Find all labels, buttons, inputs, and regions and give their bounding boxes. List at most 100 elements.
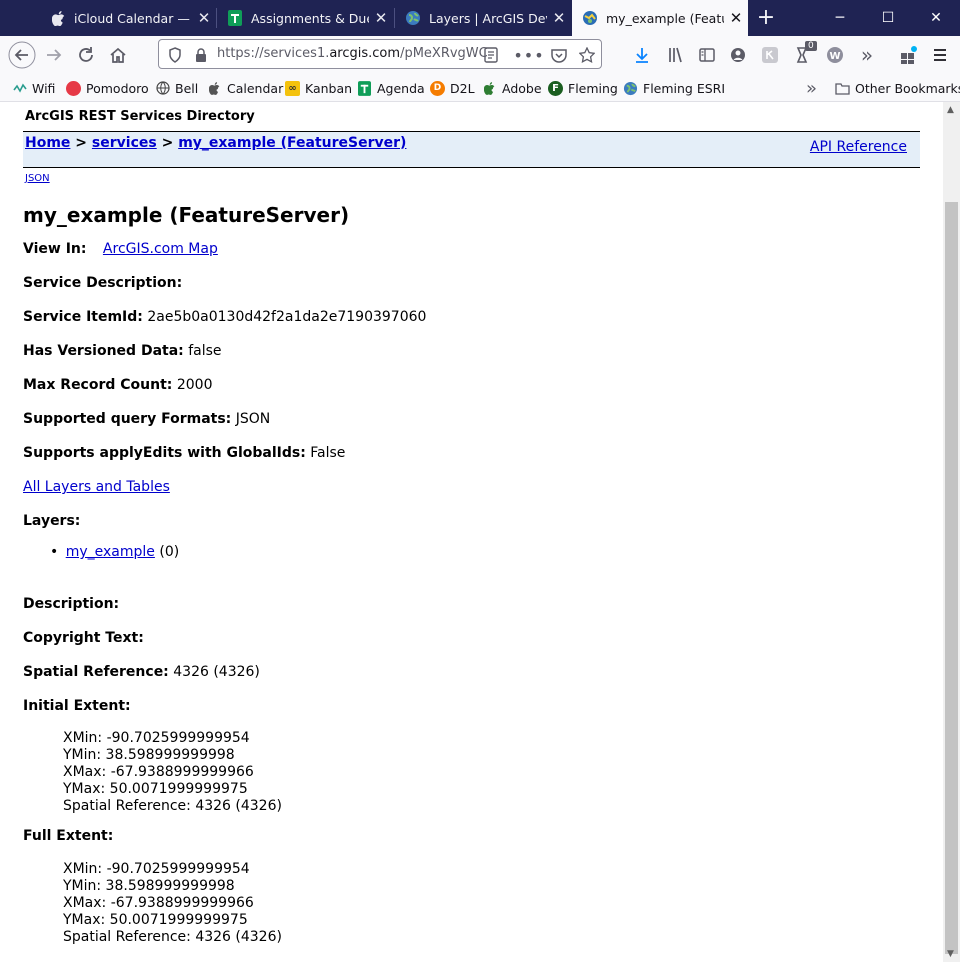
page-title: my_example (FeatureServer) bbox=[23, 203, 350, 227]
addons-button[interactable] bbox=[895, 41, 923, 69]
sidebar-button[interactable] bbox=[693, 41, 721, 69]
apple-icon bbox=[50, 10, 66, 26]
hamburger-icon bbox=[934, 49, 946, 61]
layer-link[interactable]: my_example bbox=[66, 544, 155, 560]
breadcrumb-separator: > bbox=[161, 135, 174, 151]
sheets-icon bbox=[227, 10, 243, 26]
bookmark-fleming[interactable]: F Fleming bbox=[548, 79, 618, 97]
close-tab-icon[interactable]: ✕ bbox=[369, 9, 393, 27]
api-reference-link[interactable]: API Reference bbox=[810, 139, 907, 155]
versioned-data-row: Has Versioned Data: false bbox=[23, 343, 222, 359]
maximize-button[interactable]: ☐ bbox=[864, 0, 912, 36]
tab-title: Layers | ArcGIS Develo bbox=[429, 10, 547, 26]
vertical-scrollbar[interactable]: ▲ ▼ bbox=[943, 102, 960, 962]
description-row: Description: bbox=[23, 596, 120, 612]
library-button[interactable] bbox=[662, 41, 690, 69]
query-formats-row: Supported query Formats: JSON bbox=[23, 411, 271, 427]
bookmark-wifi[interactable]: Wifi bbox=[12, 79, 55, 97]
back-button[interactable] bbox=[8, 41, 36, 69]
overflow-chevron-icon[interactable]: » bbox=[853, 41, 881, 69]
scroll-down-icon[interactable]: ▼ bbox=[947, 949, 954, 959]
page-actions-icon[interactable]: ••• bbox=[513, 45, 543, 65]
bookmark-fleming-esri[interactable]: Fleming ESRI bbox=[623, 79, 725, 97]
pocket-icon[interactable] bbox=[549, 45, 569, 65]
badge-count: 0 bbox=[805, 41, 817, 51]
tab-strip: iCloud Calendar — Ea ✕ Assignments & Due… bbox=[0, 0, 960, 36]
w-extension-button[interactable]: W bbox=[821, 41, 849, 69]
tab-assignments[interactable]: Assignments & Due D ✕ bbox=[217, 0, 393, 36]
globe-icon bbox=[405, 10, 421, 26]
reader-view-icon[interactable] bbox=[481, 45, 501, 65]
bookmark-bell[interactable]: Bell bbox=[155, 79, 198, 97]
w-extension-icon: W bbox=[827, 47, 843, 63]
menu-button[interactable] bbox=[926, 41, 954, 69]
sheets-icon bbox=[357, 80, 372, 96]
service-description-row: Service Description: bbox=[23, 275, 183, 291]
downloads-button[interactable] bbox=[628, 41, 656, 69]
other-bookmarks-folder[interactable]: Other Bookmarks bbox=[835, 79, 960, 97]
breadcrumb-home-link[interactable]: Home bbox=[25, 135, 70, 151]
library-icon bbox=[669, 47, 682, 63]
breadcrumb-header: Home > services > my_example (FeatureSer… bbox=[23, 131, 920, 168]
bookmarks-overflow-chevron-icon[interactable]: » bbox=[806, 78, 817, 99]
lock-icon[interactable] bbox=[191, 45, 211, 65]
minimize-button[interactable]: ─ bbox=[816, 0, 864, 36]
bookmark-kanban[interactable]: ∞ Kanban bbox=[285, 79, 352, 97]
extension-badge-button[interactable]: 0 bbox=[790, 41, 818, 69]
tab-my-example[interactable]: my_example (FeatureS ✕ bbox=[572, 0, 748, 36]
spatial-reference-row: Spatial Reference: 4326 (4326) bbox=[23, 664, 260, 680]
account-button[interactable] bbox=[724, 41, 752, 69]
reload-button[interactable] bbox=[72, 41, 100, 69]
home-button[interactable] bbox=[104, 41, 132, 69]
initial-extent-heading: Initial Extent: bbox=[23, 698, 131, 714]
scroll-up-icon[interactable]: ▲ bbox=[947, 105, 954, 115]
layers-heading: Layers: bbox=[23, 513, 81, 529]
full-extent-values: XMin: -90.7025999999954 YMin: 38.5989999… bbox=[63, 861, 282, 945]
close-window-button[interactable]: ✕ bbox=[912, 0, 960, 36]
breadcrumb-current-link[interactable]: my_example (FeatureServer) bbox=[178, 135, 406, 151]
bookmark-adobe[interactable]: Adobe bbox=[482, 79, 542, 97]
new-tab-button[interactable]: + bbox=[752, 4, 780, 32]
bookmark-agenda[interactable]: Agenda bbox=[357, 79, 425, 97]
service-itemid-row: Service ItemId: 2ae5b0a0130d42f2a1da2e71… bbox=[23, 309, 427, 325]
scrollbar-thumb[interactable] bbox=[945, 202, 958, 954]
all-layers-link[interactable]: All Layers and Tables bbox=[23, 479, 170, 495]
back-arrow-icon bbox=[8, 41, 36, 69]
arcgis-map-link[interactable]: ArcGIS.com Map bbox=[103, 241, 218, 257]
forward-arrow-icon bbox=[47, 49, 62, 61]
extension-button[interactable] bbox=[756, 41, 784, 69]
tab-icloud-calendar[interactable]: iCloud Calendar — Ea ✕ bbox=[40, 0, 216, 36]
arcgis-icon bbox=[582, 10, 598, 26]
max-record-row: Max Record Count: 2000 bbox=[23, 377, 213, 393]
bookmark-d2l[interactable]: D D2L bbox=[430, 79, 475, 97]
page-content: ArcGIS REST Services Directory Home > se… bbox=[0, 102, 943, 962]
d2l-icon: D bbox=[430, 80, 445, 96]
view-in-row: View In: ArcGIS.com Map bbox=[23, 241, 218, 257]
sidebar-icon bbox=[699, 48, 715, 62]
wifi-icon bbox=[12, 81, 27, 96]
breadcrumb-services-link[interactable]: services bbox=[92, 135, 157, 151]
close-tab-icon[interactable]: ✕ bbox=[724, 9, 748, 27]
shield-icon[interactable] bbox=[165, 45, 185, 65]
addons-icon bbox=[901, 46, 917, 64]
layer-list-item: • my_example (0) bbox=[50, 544, 180, 560]
forward-button[interactable] bbox=[40, 41, 68, 69]
globe-icon bbox=[623, 81, 638, 96]
close-tab-icon[interactable]: ✕ bbox=[547, 9, 571, 27]
navigation-toolbar: https://services1.arcgis.com/pMeXRvgWC •… bbox=[0, 36, 960, 74]
bookmark-star-icon[interactable] bbox=[577, 45, 597, 65]
close-tab-icon[interactable]: ✕ bbox=[192, 9, 216, 27]
breadcrumb: Home > services > my_example (FeatureSer… bbox=[25, 135, 406, 151]
json-link[interactable]: JSON bbox=[25, 173, 50, 184]
all-layers-row: All Layers and Tables bbox=[23, 479, 170, 495]
breadcrumb-separator: > bbox=[75, 135, 88, 151]
svg-text:W: W bbox=[829, 51, 840, 62]
bookmark-calendar[interactable]: Calendar bbox=[207, 79, 283, 97]
apply-edits-row: Supports applyEdits with GlobalIds: Fals… bbox=[23, 445, 346, 461]
url-bar[interactable]: https://services1.arcgis.com/pMeXRvgWC •… bbox=[158, 39, 602, 69]
copyright-row: Copyright Text: bbox=[23, 630, 144, 646]
tab-layers[interactable]: Layers | ArcGIS Develo ✕ bbox=[395, 0, 571, 36]
tab-title: iCloud Calendar — Ea bbox=[74, 10, 192, 26]
bookmark-pomodoro[interactable]: Pomodoro bbox=[66, 79, 149, 97]
reload-icon bbox=[79, 47, 93, 62]
